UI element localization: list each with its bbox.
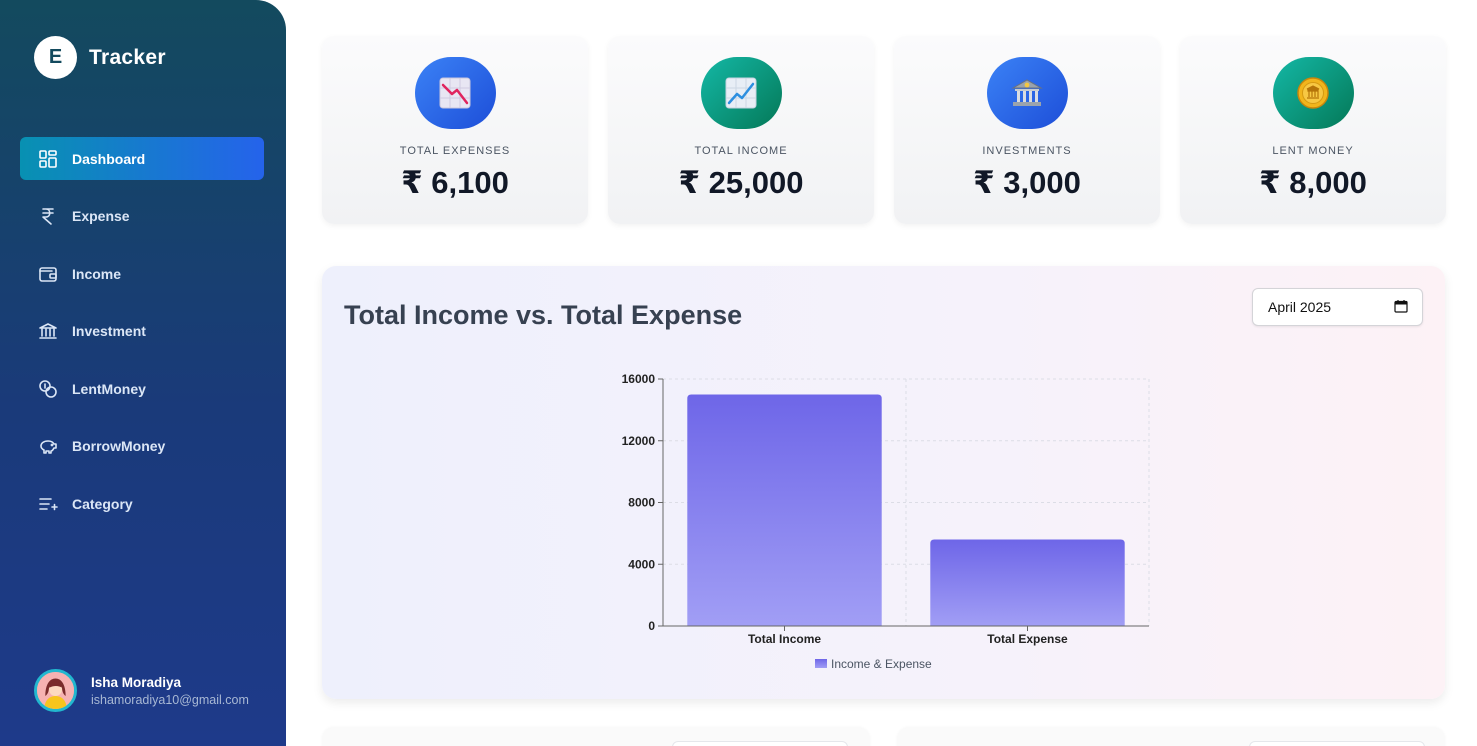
income-expense-panel: Total Income vs. Total Expense April 202… [322,266,1445,699]
stat-card-total-expenses: TOTAL EXPENSES ₹ 6,100 [322,36,588,224]
stat-value: ₹ 3,000 [973,165,1081,200]
bottom-card-left-control[interactable] [672,741,848,746]
user-profile[interactable]: Isha Moradiya ishamoradiya10@gmail.com [34,669,249,712]
x-tick-label: Total Expense [987,632,1068,646]
stat-value: ₹ 8,000 [1259,165,1367,200]
sidebar-nav: Dashboard Expense Income Investment Lent… [20,137,264,540]
stat-label: INVESTMENTS [982,145,1072,157]
bar-total-income[interactable] [687,394,882,626]
wallet-icon [38,264,58,284]
sidebar-item-investment[interactable]: Investment [20,310,264,353]
list-add-icon [38,494,58,514]
bottom-card-right-control[interactable] [1249,741,1425,746]
stat-label: LENT MONEY [1272,145,1354,157]
stat-card-total-income: TOTAL INCOME ₹ 25,000 [608,36,874,224]
brand-name: Tracker [89,45,166,69]
stat-label: TOTAL INCOME [694,145,788,157]
sidebar-item-label: Expense [72,208,130,225]
sidebar-item-label: Dashboard [72,150,146,167]
stat-label: TOTAL EXPENSES [399,145,511,157]
y-tick-label: 8000 [628,496,655,510]
stat-value: ₹ 6,100 [401,165,509,200]
legend-swatch [815,659,827,668]
income-expense-chart: 16000 12000 8000 4000 0 Total Income Total Exp… [622,372,1150,671]
sidebar-item-label: Investment [72,323,146,340]
bank-icon [986,57,1068,129]
bar-total-expense[interactable] [930,539,1125,626]
sidebar-item-label: Income [72,265,122,282]
piggy-bank-icon [38,436,58,456]
sidebar-item-expense[interactable]: Expense [20,195,264,238]
user-email: ishamoradiya10@gmail.com [91,692,249,707]
sidebar-item-dashboard[interactable]: Dashboard [20,137,264,180]
stat-value: ₹ 25,000 [678,165,804,200]
user-name: Isha Moradiya [91,674,182,690]
y-tick-label: 16000 [622,372,656,386]
sidebar-item-label: Category [72,496,133,513]
rupee-icon [38,206,58,226]
coin-icon [1272,57,1354,129]
legend-label: Income & Expense [831,657,932,671]
sidebar-item-label: BorrowMoney [72,438,166,455]
sidebar-item-label: LentMoney [72,380,146,397]
sidebar: E Tracker Dashboard Expense Income Inves… [0,0,286,746]
x-tick-label: Total Income [748,632,821,646]
brand[interactable]: E Tracker [34,36,166,79]
sidebar-item-income[interactable]: Income [20,252,264,295]
y-tick-label: 12000 [622,434,656,448]
coins-icon [38,379,58,399]
dashboard-icon [38,149,58,169]
chart-down-icon [414,57,496,129]
y-tick-label: 4000 [628,557,655,571]
chart-up-icon [700,57,782,129]
stat-card-investments: INVESTMENTS ₹ 3,000 [894,36,1160,224]
sidebar-item-borrowmoney[interactable]: BorrowMoney [20,425,264,468]
brand-logo: E [34,36,77,79]
chart-legend[interactable]: Income & Expense [815,657,932,671]
y-tick-label: 0 [648,619,655,633]
stat-cards: TOTAL EXPENSES ₹ 6,100 TOTAL INCOME ₹ 25… [322,36,1446,224]
sidebar-item-category[interactable]: Category [20,483,264,526]
stat-card-lent-money: LENT MONEY ₹ 8,000 [1180,36,1446,224]
sidebar-item-lentmoney[interactable]: LentMoney [20,367,264,410]
bank-icon [38,321,58,341]
avatar [34,669,77,712]
